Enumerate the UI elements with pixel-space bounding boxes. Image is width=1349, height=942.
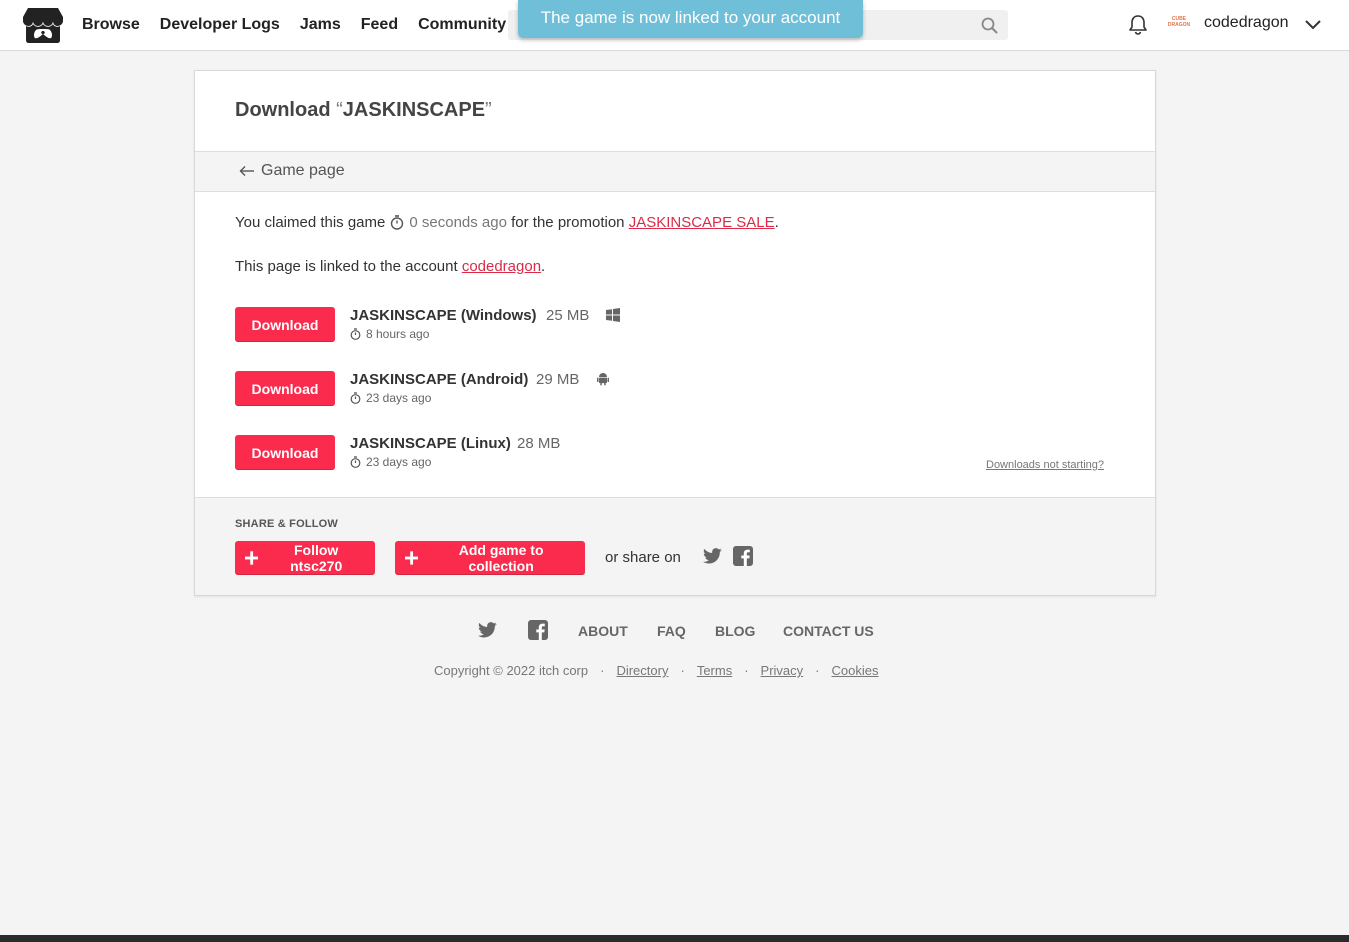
footer-contact-link[interactable]: CONTACT US: [783, 623, 874, 639]
stopwatch-icon: [391, 215, 404, 230]
game-page-label: Game page: [261, 162, 345, 179]
share-label: SHARE & FOLLOW: [235, 518, 339, 530]
game-name: JASKINSCAPE: [342, 99, 486, 121]
username[interactable]: codedragon: [1204, 14, 1289, 32]
upload-date: 23 days ago: [350, 391, 431, 405]
twitter-icon[interactable]: [703, 546, 723, 566]
upload-date: 23 days ago: [350, 455, 431, 469]
follow-button[interactable]: Follow ntsc270: [235, 541, 375, 575]
claim-suffix: .: [774, 214, 779, 231]
upload-size: 28 MB: [517, 435, 561, 452]
download-row-windows: Download JASKINSCAPE (Windows) 25 MB 8 h…: [235, 307, 1115, 347]
upload-date: 8 hours ago: [350, 327, 429, 341]
upload-name: JASKINSCAPE (Android): [350, 371, 529, 388]
facebook-icon[interactable]: [528, 620, 548, 640]
follow-label: Follow ntsc270: [290, 542, 343, 574]
stopwatch-icon: [350, 328, 361, 340]
download-row-android: Download JASKINSCAPE (Android) 29 MB 23 …: [235, 371, 1115, 411]
download-button[interactable]: Download: [235, 371, 335, 406]
claim-middle: for the promotion: [511, 214, 625, 231]
facebook-icon[interactable]: [733, 546, 753, 566]
terms-link[interactable]: Terms: [697, 663, 732, 678]
page-title: Download “JASKINSCAPE”: [235, 99, 492, 122]
download-row-linux: Download JASKINSCAPE (Linux) 28 MB 23 da…: [235, 435, 1115, 475]
plus-icon: [245, 551, 259, 565]
linked-suffix: .: [541, 258, 546, 275]
avatar[interactable]: CUBE DRAGON: [1166, 14, 1192, 34]
nav-jams[interactable]: Jams: [300, 16, 341, 34]
copyright-text: Copyright © 2022 itch corp: [434, 663, 589, 678]
game-page-link[interactable]: Game page: [239, 162, 345, 180]
main-nav: Browse Developer Logs Jams Feed Communit…: [82, 0, 526, 50]
promotion-link[interactable]: JASKINSCAPE SALE: [629, 214, 775, 231]
site-header: Browse Developer Logs Jams Feed Communit…: [0, 0, 1349, 51]
bell-icon[interactable]: [1128, 14, 1148, 36]
linked-notification-toast: The game is now linked to your account: [518, 0, 863, 38]
title-prefix: Download: [235, 99, 337, 121]
downloads-not-starting-link[interactable]: Downloads not starting?: [986, 459, 1104, 471]
nav-feed[interactable]: Feed: [361, 16, 398, 34]
arrow-left-icon: [239, 166, 254, 176]
claim-notice: You claimed this game 0 seconds ago for …: [235, 214, 779, 231]
upload-name: JASKINSCAPE (Linux): [350, 435, 511, 452]
cookies-link[interactable]: Cookies: [832, 663, 879, 678]
claim-time: 0 seconds ago: [409, 214, 507, 231]
nav-community[interactable]: Community: [418, 16, 506, 34]
upload-name: JASKINSCAPE (Windows): [350, 307, 537, 324]
nav-browse[interactable]: Browse: [82, 16, 140, 34]
linked-account-notice: This page is linked to the account coded…: [235, 258, 545, 275]
separator: ·: [815, 663, 820, 678]
collection-label: Add game to collection: [458, 542, 544, 574]
download-button[interactable]: Download: [235, 307, 335, 342]
claim-prefix: You claimed this game: [235, 214, 386, 231]
copyright-line: Copyright © 2022 itch corp · Directory ·…: [434, 663, 878, 678]
privacy-link[interactable]: Privacy: [761, 663, 804, 678]
nav-developer-logs[interactable]: Developer Logs: [160, 16, 280, 34]
share-section: SHARE & FOLLOW Follow ntsc270 Add game t…: [195, 497, 1155, 595]
upload-time: 8 hours ago: [366, 327, 430, 341]
footer-links: ABOUT FAQ BLOG CONTACT US: [478, 620, 898, 642]
stopwatch-icon: [350, 392, 361, 404]
upload-time: 23 days ago: [366, 455, 432, 469]
separator: ·: [744, 663, 749, 678]
or-share-text: or share on: [605, 549, 681, 566]
stopwatch-icon: [350, 456, 361, 468]
download-card: Download “JASKINSCAPE” Game page You cla…: [194, 70, 1156, 596]
add-to-collection-button[interactable]: Add game to collection: [395, 541, 585, 575]
bottom-bar: [0, 935, 1349, 942]
title-close-quote: ”: [485, 99, 492, 121]
android-icon: [597, 373, 609, 386]
separator: ·: [680, 663, 685, 678]
search-icon[interactable]: [981, 17, 998, 34]
footer-faq-link[interactable]: FAQ: [657, 623, 686, 639]
back-bar: Game page: [195, 151, 1155, 192]
twitter-icon[interactable]: [478, 620, 498, 640]
footer-blog-link[interactable]: BLOG: [715, 623, 755, 639]
directory-link[interactable]: Directory: [616, 663, 668, 678]
windows-icon: [606, 308, 620, 322]
footer-about-link[interactable]: ABOUT: [578, 623, 628, 639]
download-button[interactable]: Download: [235, 435, 335, 470]
chevron-down-icon[interactable]: [1304, 17, 1322, 31]
linked-prefix: This page is linked to the account: [235, 258, 458, 275]
account-link[interactable]: codedragon: [462, 258, 541, 275]
upload-time: 23 days ago: [366, 391, 432, 405]
plus-icon: [405, 551, 419, 565]
separator: ·: [600, 663, 605, 678]
upload-size: 25 MB: [546, 307, 590, 324]
itchio-logo-icon[interactable]: [23, 7, 63, 44]
title-open-quote: “: [336, 99, 343, 121]
upload-size: 29 MB: [536, 371, 580, 388]
